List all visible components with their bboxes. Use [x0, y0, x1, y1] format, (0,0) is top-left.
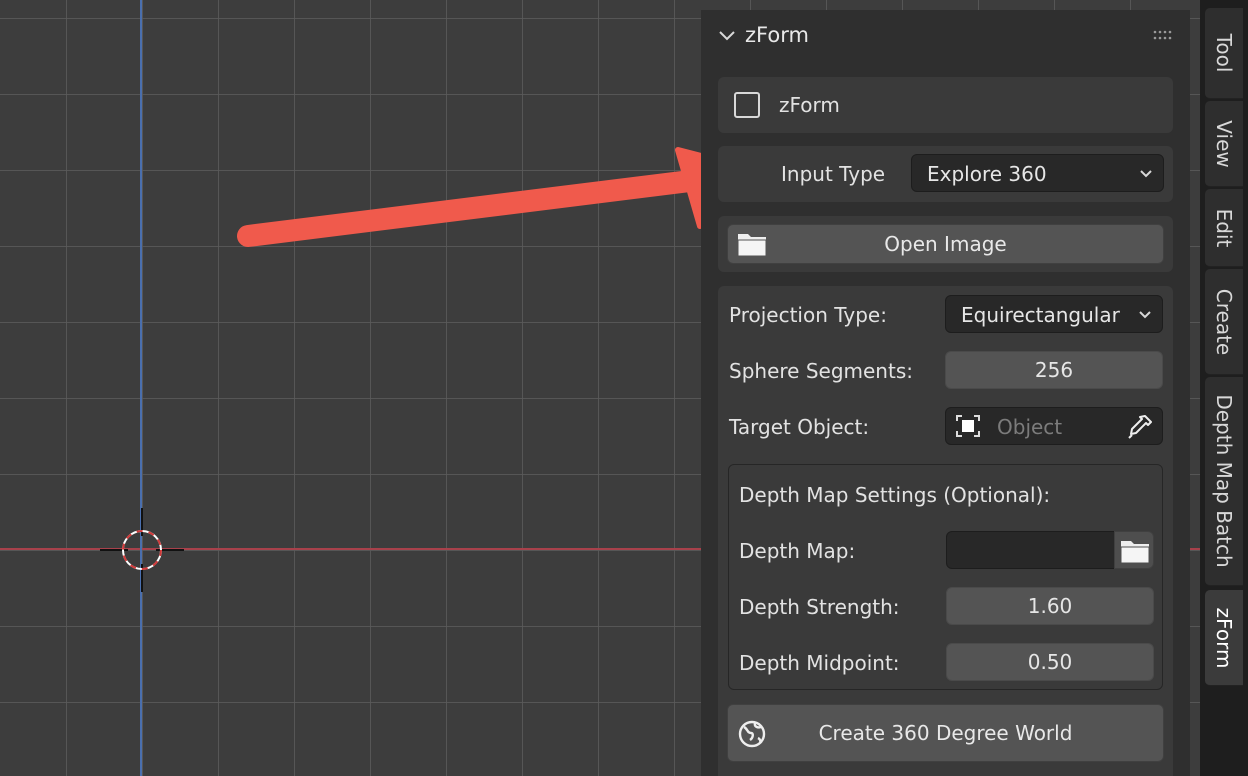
- input-type-label: Input Type: [781, 162, 886, 186]
- panel-title: zForm: [745, 23, 809, 47]
- sidebar-tabs: Tool View Edit Create Depth Map Batch zF…: [1200, 0, 1248, 776]
- 3d-cursor-icon[interactable]: [100, 508, 184, 592]
- depth-settings-box: Depth Map Settings (Optional): Depth Map…: [728, 464, 1163, 690]
- depth-section-title: Depth Map Settings (Optional):: [739, 483, 1051, 507]
- segments-field[interactable]: 256: [945, 351, 1163, 389]
- tab-create-label: Create: [1212, 288, 1236, 355]
- tab-depth-map-batch-label: Depth Map Batch: [1212, 394, 1236, 568]
- depth-strength-field[interactable]: 1.60: [946, 587, 1154, 625]
- tab-tool[interactable]: Tool: [1205, 8, 1243, 99]
- input-type-row: Input Type Explore 360: [718, 146, 1173, 202]
- chevron-down-icon: [1139, 311, 1151, 319]
- target-object-field[interactable]: Object: [945, 407, 1163, 445]
- object-icon: [956, 415, 980, 437]
- panel-header[interactable]: zForm: [701, 10, 1190, 62]
- tab-tool-label: Tool: [1212, 33, 1236, 73]
- open-image-button[interactable]: Open Image: [727, 224, 1164, 264]
- depth-strength-label: Depth Strength:: [739, 595, 900, 619]
- tab-create[interactable]: Create: [1205, 269, 1243, 375]
- tab-zform[interactable]: zForm: [1205, 590, 1243, 686]
- tab-depth-map-batch[interactable]: Depth Map Batch: [1205, 377, 1243, 586]
- target-placeholder: Object: [997, 415, 1063, 439]
- enable-label[interactable]: zForm: [779, 93, 840, 117]
- depth-map-label: Depth Map:: [739, 539, 856, 563]
- checkbox-icon[interactable]: [734, 92, 760, 118]
- world-icon: [738, 720, 766, 748]
- enable-row: zForm: [718, 77, 1173, 133]
- tab-zform-label: zForm: [1212, 607, 1236, 668]
- tab-edit[interactable]: Edit: [1205, 189, 1243, 267]
- chevron-down-icon[interactable]: [717, 27, 737, 45]
- tab-view-label: View: [1212, 119, 1236, 168]
- open-image-row: Open Image: [718, 216, 1173, 272]
- create-world-button[interactable]: Create 360 Degree World: [727, 704, 1164, 762]
- create-world-label: Create 360 Degree World: [818, 721, 1073, 745]
- depth-map-browse-button[interactable]: [1114, 531, 1154, 569]
- eyedropper-icon[interactable]: [1126, 413, 1154, 441]
- segments-label: Sphere Segments:: [729, 359, 913, 383]
- settings-box: Projection Type: Equirectangular Sphere …: [718, 286, 1173, 776]
- input-type-dropdown[interactable]: Explore 360: [911, 154, 1164, 192]
- projection-label: Projection Type:: [729, 303, 887, 327]
- y-axis-line: [140, 0, 142, 776]
- depth-map-field[interactable]: [946, 531, 1115, 569]
- open-image-label: Open Image: [884, 232, 1007, 256]
- tab-edit-label: Edit: [1212, 208, 1236, 247]
- projection-dropdown[interactable]: Equirectangular: [945, 295, 1163, 333]
- drag-grip-icon[interactable]: [1153, 29, 1175, 41]
- folder-icon: [737, 234, 767, 257]
- chevron-down-icon: [1140, 170, 1152, 178]
- projection-value: Equirectangular: [961, 303, 1120, 327]
- target-label: Target Object:: [729, 415, 870, 439]
- input-type-value: Explore 360: [927, 162, 1047, 186]
- folder-icon: [1120, 541, 1150, 564]
- depth-midpoint-label: Depth Midpoint:: [739, 651, 900, 675]
- zform-panel: zForm zForm Input Type Explore 360 Open …: [701, 10, 1190, 776]
- annotation-arrow: [237, 147, 766, 247]
- tab-view[interactable]: View: [1205, 101, 1243, 187]
- depth-midpoint-field[interactable]: 0.50: [946, 643, 1154, 681]
